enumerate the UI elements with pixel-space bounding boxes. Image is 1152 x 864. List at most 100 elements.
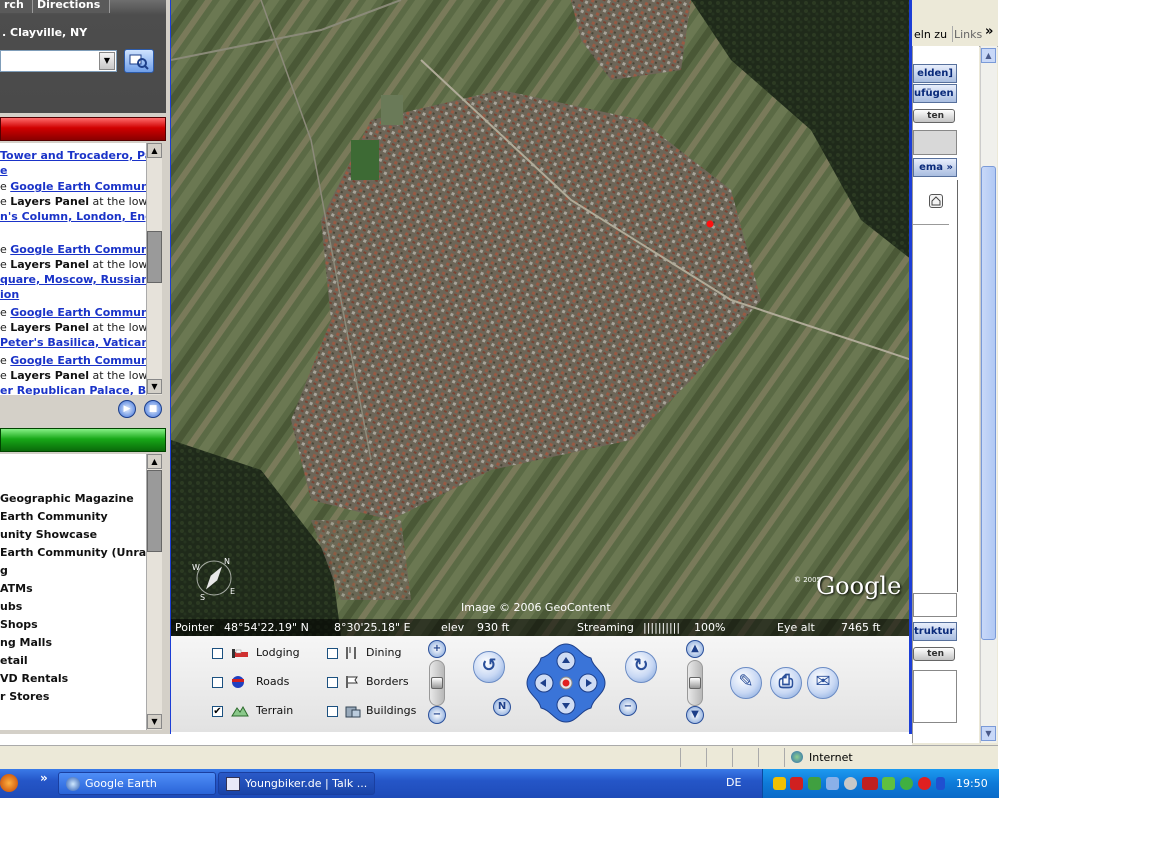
play-tour-icon[interactable]: ▶ bbox=[118, 400, 136, 418]
volume-icon[interactable] bbox=[826, 777, 839, 790]
power-icon[interactable] bbox=[918, 777, 931, 790]
list-item[interactable]: Geographic Magazine bbox=[0, 492, 134, 505]
scroll-down-icon[interactable]: ▼ bbox=[147, 714, 162, 729]
internet-zone-icon bbox=[791, 751, 803, 763]
text-box[interactable] bbox=[913, 670, 957, 723]
structure-button[interactable]: truktur bbox=[913, 622, 957, 641]
list-item[interactable]: e Google Earth Community bbox=[0, 180, 146, 193]
zoom-in-icon[interactable]: + bbox=[428, 640, 446, 658]
list-item[interactable]: unity Showcase bbox=[0, 528, 97, 541]
task-browser[interactable]: Youngbiker.de | Talk ... bbox=[218, 772, 375, 795]
security-shield-icon[interactable] bbox=[773, 777, 786, 790]
list-item[interactable]: etail bbox=[0, 654, 28, 667]
borders-checkbox[interactable] bbox=[327, 677, 338, 688]
email-icon[interactable]: ✉ bbox=[807, 667, 839, 699]
zoom-out-icon[interactable]: − bbox=[428, 706, 446, 724]
scroll-up-icon[interactable]: ▲ bbox=[147, 143, 162, 158]
quick-launch-icon[interactable] bbox=[0, 774, 18, 792]
list-item[interactable]: e Google Earth Community bbox=[0, 243, 146, 256]
links-label[interactable]: Links bbox=[954, 28, 982, 41]
tilt-down-icon[interactable]: ▼ bbox=[686, 706, 704, 724]
tab-directions[interactable]: Directions bbox=[33, 0, 110, 13]
north-up-icon[interactable]: N bbox=[493, 698, 511, 716]
list-item[interactable]: e Google Earth Community bbox=[0, 306, 146, 319]
rotate-left-icon[interactable]: ↺ bbox=[473, 651, 505, 683]
list-item[interactable]: Peter's Basilica, Vatican Ci bbox=[0, 336, 146, 349]
task-google-earth[interactable]: Google Earth bbox=[58, 772, 216, 795]
disc-icon[interactable] bbox=[844, 777, 857, 790]
buildings-checkbox[interactable] bbox=[327, 706, 338, 717]
antivirus-icon[interactable] bbox=[790, 777, 803, 790]
list-item[interactable]: ion bbox=[0, 288, 19, 301]
small-button-2[interactable]: ten bbox=[913, 647, 955, 661]
stop-tour-icon[interactable]: ■ bbox=[144, 400, 162, 418]
quick-launch-chevron-icon[interactable]: » bbox=[40, 771, 48, 785]
zoom-slider-thumb[interactable] bbox=[431, 677, 443, 689]
add-button[interactable]: ufügen bbox=[913, 84, 957, 103]
links-chevron-icon[interactable]: » bbox=[985, 24, 993, 39]
dining-checkbox[interactable] bbox=[327, 648, 338, 659]
zoom-slider[interactable] bbox=[429, 660, 445, 706]
buildings-label: Buildings bbox=[366, 704, 417, 717]
language-indicator[interactable]: DE bbox=[726, 776, 741, 789]
layers-scrollbar[interactable]: ▲ ▼ bbox=[146, 454, 162, 730]
scroll-up-icon[interactable]: ▲ bbox=[147, 454, 162, 469]
layers-header-bar[interactable] bbox=[0, 428, 166, 452]
list-item[interactable]: er Republican Palace, Bagd bbox=[0, 384, 146, 395]
messenger-icon[interactable] bbox=[882, 777, 895, 790]
search-go-button[interactable] bbox=[124, 49, 154, 73]
home-icon[interactable] bbox=[929, 194, 943, 208]
list-item[interactable]: Tower and Trocadero, Pari bbox=[0, 149, 146, 162]
search-input[interactable]: ▼ bbox=[0, 50, 117, 72]
list-item[interactable]: g bbox=[0, 564, 8, 577]
list-item[interactable]: e Layers Panel at the lower bbox=[0, 258, 146, 271]
list-item[interactable]: e Google Earth Community bbox=[0, 354, 146, 367]
browser-scrollbar[interactable]: ▲ ▼ bbox=[980, 46, 997, 743]
list-item[interactable]: Earth Community bbox=[0, 510, 108, 523]
login-button[interactable]: elden] bbox=[913, 64, 957, 83]
scroll-down-icon[interactable]: ▼ bbox=[981, 726, 996, 741]
scroll-thumb[interactable] bbox=[147, 470, 162, 552]
add-placemark-icon[interactable]: ✎ bbox=[730, 667, 762, 699]
list-item[interactable]: quare, Moscow, Russian F bbox=[0, 273, 146, 286]
dropdown-arrow-icon[interactable]: ▼ bbox=[99, 52, 115, 70]
reset-tilt-icon[interactable]: − bbox=[619, 698, 637, 716]
list-item[interactable]: e bbox=[0, 164, 7, 177]
list-item[interactable]: ng Malls bbox=[0, 636, 52, 649]
clock[interactable]: 19:50 bbox=[956, 777, 988, 790]
scroll-thumb[interactable] bbox=[981, 166, 996, 640]
list-item[interactable]: n's Column, London, Engla bbox=[0, 210, 146, 223]
navigation-pad[interactable] bbox=[525, 642, 607, 724]
tilt-slider-thumb[interactable] bbox=[689, 677, 701, 689]
scroll-up-icon[interactable]: ▲ bbox=[981, 48, 996, 63]
terrain-checkbox[interactable]: ✔ bbox=[212, 706, 223, 717]
scroll-down-icon[interactable]: ▼ bbox=[147, 379, 162, 394]
list-item[interactable]: e Layers Panel at the lower bbox=[0, 321, 146, 334]
list-item[interactable]: ATMs bbox=[0, 582, 33, 595]
toolbar-text[interactable]: eln zu bbox=[914, 28, 947, 41]
tab-search[interactable]: rch bbox=[0, 0, 33, 13]
places-scrollbar[interactable]: ▲ ▼ bbox=[146, 143, 162, 395]
list-item[interactable]: e Layers Panel at the lower bbox=[0, 195, 146, 208]
list-item[interactable]: r Stores bbox=[0, 690, 49, 703]
network-icon[interactable] bbox=[808, 777, 821, 790]
bluetooth-icon[interactable] bbox=[936, 777, 945, 790]
roads-checkbox[interactable] bbox=[212, 677, 223, 688]
list-item[interactable]: Shops bbox=[0, 618, 38, 631]
tilt-up-icon[interactable]: ▲ bbox=[686, 640, 704, 658]
rotate-right-icon[interactable]: ↻ bbox=[625, 651, 657, 683]
small-button[interactable]: ten bbox=[913, 109, 955, 123]
ati-icon[interactable] bbox=[862, 777, 878, 790]
list-item[interactable]: e Layers Panel at the lower bbox=[0, 369, 146, 382]
theme-button[interactable]: ema » bbox=[913, 158, 957, 177]
print-icon[interactable]: ⎙ bbox=[770, 667, 802, 699]
tilt-slider[interactable] bbox=[687, 660, 703, 706]
flower-icon[interactable] bbox=[900, 777, 913, 790]
list-item[interactable]: Earth Community (Unranke bbox=[0, 546, 146, 559]
list-item[interactable]: VD Rentals bbox=[0, 672, 68, 685]
scroll-thumb[interactable] bbox=[147, 231, 162, 283]
list-item[interactable]: ubs bbox=[0, 600, 22, 613]
streaming-percent: 100% bbox=[694, 621, 726, 634]
places-header-bar[interactable] bbox=[0, 117, 166, 141]
lodging-checkbox[interactable] bbox=[212, 648, 223, 659]
